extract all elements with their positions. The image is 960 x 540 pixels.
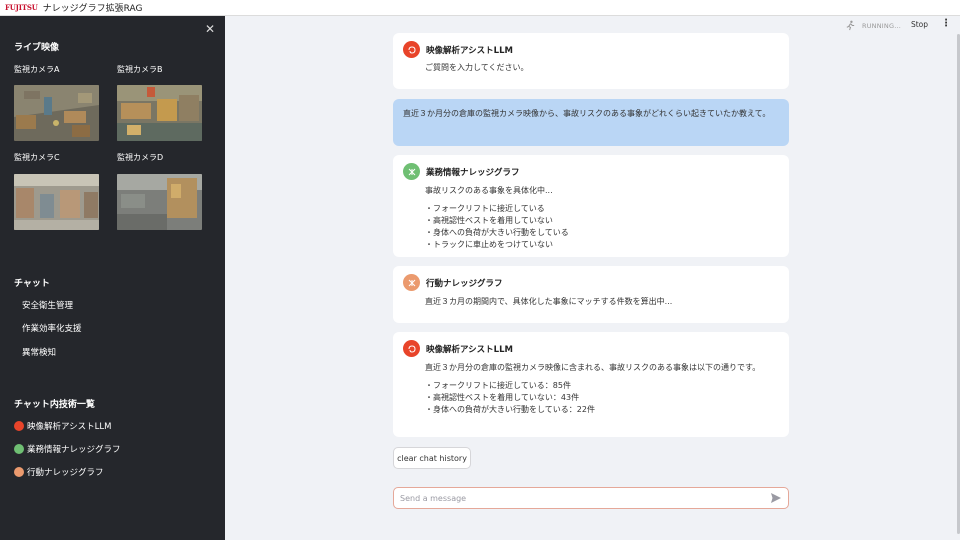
- tech-item-video-llm: 映像解析アシストLLM: [14, 420, 111, 432]
- bullet-item: ・高視認性ベストを着用していない：43件: [425, 393, 580, 402]
- bullet-item: ・フォークリフトに接近している: [425, 204, 545, 213]
- camera-b-label: 監視カメラB: [117, 65, 163, 74]
- business-kg-icon: [14, 444, 24, 454]
- message-text: 事故リスクのある事象を具体化中...: [425, 186, 553, 195]
- chat-item-safety[interactable]: 安全衛生管理: [22, 299, 73, 311]
- clear-chat-history-button[interactable]: clear chat history: [393, 447, 471, 469]
- stop-button[interactable]: Stop: [911, 20, 928, 29]
- chat-item-anomaly[interactable]: 異常検知: [22, 346, 56, 358]
- message-text: 直近３カ月の期間内で、具体化した事象にマッチする件数を算出中...: [425, 297, 673, 306]
- graph-icon: [403, 274, 420, 291]
- tech-item-label: 映像解析アシストLLM: [27, 422, 112, 432]
- sidebar: ✕ ライブ映像 監視カメラA 監視カメラB 監視カメラC 監視カメラD チャット…: [0, 16, 225, 540]
- tech-item-label: 業務情報ナレッジグラフ: [27, 445, 121, 455]
- tech-item-behavior-kg: 行動ナレッジグラフ: [14, 466, 104, 478]
- chat-input-box: [393, 487, 789, 509]
- chat-message-assistant: 映像解析アシストLLM ご質問を入力してください。: [393, 33, 789, 89]
- bullet-list: ・フォークリフトに接近している：85件 ・高視認性ベストを着用していない：43件…: [425, 380, 779, 416]
- close-sidebar-button[interactable]: ✕: [205, 22, 215, 36]
- camera-d-feed[interactable]: [117, 174, 202, 230]
- tech-item-business-kg: 業務情報ナレッジグラフ: [14, 443, 121, 455]
- status-text: RUNNING...: [861, 21, 901, 30]
- camera-c-label: 監視カメラC: [14, 153, 60, 162]
- running-status: RUNNING...: [845, 20, 901, 31]
- message-input[interactable]: [400, 493, 770, 503]
- main-menu-icon[interactable]: ⋮: [941, 18, 951, 29]
- graph-icon: [403, 163, 420, 180]
- camera-b-feed[interactable]: [117, 85, 202, 141]
- sender-name: 業務情報ナレッジグラフ: [426, 167, 520, 178]
- top-bar: FUJITSU ナレッジグラフ拡張RAG: [0, 0, 960, 16]
- message-text: ご質問を入力してください。: [425, 63, 529, 72]
- camera-a-feed[interactable]: [14, 85, 99, 141]
- tech-item-label: 行動ナレッジグラフ: [27, 468, 104, 478]
- chat-message-assistant-result: 映像解析アシストLLM 直近３か月分の倉庫の監視カメラ映像に含まれる、事故リスク…: [393, 332, 789, 437]
- fujitsu-logo: FUJITSU: [5, 3, 38, 12]
- sender-name: 行動ナレッジグラフ: [426, 278, 503, 289]
- chat-heading: チャット: [14, 279, 50, 289]
- video-llm-icon: [14, 421, 24, 431]
- bullet-item: ・身体への負荷が大きい行動をしている: [425, 228, 569, 237]
- bullet-item: ・身体への負荷が大きい行動をしている：22件: [425, 405, 595, 414]
- behavior-kg-icon: [14, 467, 24, 477]
- running-person-icon: [846, 20, 855, 31]
- bullet-list: ・フォークリフトに接近している ・高視認性ベストを着用していない ・身体への負荷…: [425, 203, 779, 251]
- chat-message-user: 直近３か月分の倉庫の監視カメラ映像から、事故リスクのある事象がどれくらい起きてい…: [393, 99, 789, 146]
- sender-name: 映像解析アシストLLM: [426, 45, 513, 56]
- chat-item-efficiency[interactable]: 作業効率化支援: [22, 322, 82, 334]
- send-icon[interactable]: [770, 492, 782, 504]
- camera-a-label: 監視カメラA: [14, 65, 60, 74]
- brain-icon: [403, 41, 420, 58]
- camera-c-feed[interactable]: [14, 174, 99, 230]
- bullet-item: ・フォークリフトに接近している：85件: [425, 381, 571, 390]
- tech-list-heading: チャット内技術一覧: [14, 400, 95, 410]
- bullet-item: ・トラックに車止めをつけていない: [425, 240, 553, 249]
- message-text: 直近３か月分の倉庫の監視カメラ映像から、事故リスクのある事象がどれくらい起きてい…: [403, 109, 771, 118]
- brain-icon: [403, 340, 420, 357]
- live-video-heading: ライブ映像: [14, 43, 60, 53]
- message-text: 直近３か月分の倉庫の監視カメラ映像に含まれる、事故リスクのある事象は以下の通りで…: [425, 363, 761, 372]
- bullet-item: ・高視認性ベストを着用していない: [425, 216, 553, 225]
- app-title: ナレッジグラフ拡張RAG: [42, 4, 143, 14]
- camera-d-label: 監視カメラD: [117, 153, 164, 162]
- chat-message-business-kg: 業務情報ナレッジグラフ 事故リスクのある事象を具体化中... ・フォークリフトに…: [393, 155, 789, 257]
- sender-name: 映像解析アシストLLM: [426, 344, 513, 355]
- chat-message-behavior-kg: 行動ナレッジグラフ 直近３カ月の期間内で、具体化した事象にマッチする件数を算出中…: [393, 266, 789, 323]
